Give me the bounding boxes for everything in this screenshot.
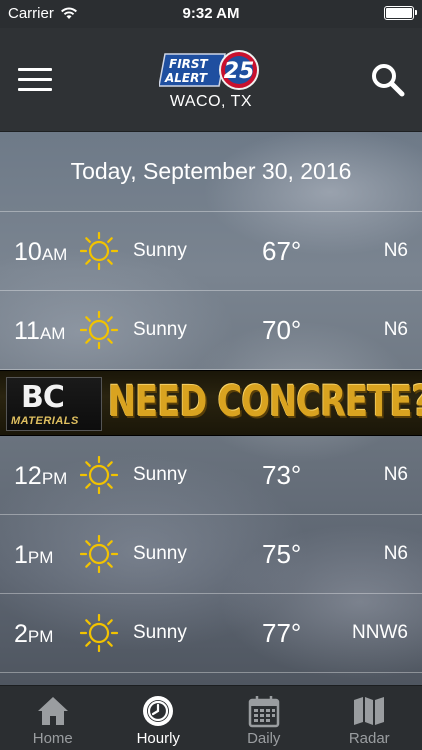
row-time: 2PM — [14, 620, 54, 648]
home-icon — [37, 697, 68, 725]
map-icon — [354, 697, 385, 725]
location-label: WACO, TX — [169, 93, 253, 110]
sun-icon — [80, 232, 118, 270]
row-wind: NNW6 — [352, 622, 408, 643]
hourly-row: 12PM Sunny 73° N6 — [0, 436, 422, 515]
calendar-icon — [248, 696, 279, 728]
sun-icon — [80, 535, 118, 573]
row-time: 11AM — [14, 317, 66, 345]
row-time: 10AM — [14, 238, 68, 266]
row-temperature: 75° — [262, 539, 302, 569]
ad-brand-logo: BC MATERIALS — [6, 377, 102, 431]
row-temperature: 77° — [262, 618, 302, 648]
hamburger-icon-bar — [18, 68, 52, 71]
first-alert-25-logo: FIRST ALERT 25 — [159, 50, 259, 90]
row-wind: N6 — [383, 464, 408, 485]
app-header: FIRST ALERT 25 WACO, TX — [0, 28, 422, 132]
status-time: 9:32 AM — [182, 5, 240, 22]
ad-banner[interactable]: BC MATERIALS NEED CONCRETE? — [0, 370, 422, 436]
tab-label: Daily — [247, 730, 281, 747]
ad-headline: NEED CONCRETE? — [108, 377, 422, 427]
tab-label: Hourly — [136, 730, 180, 747]
row-temperature: 73° — [262, 460, 302, 490]
date-banner: Today, September 30, 2016 — [0, 132, 422, 212]
tab-radar[interactable]: Radar — [317, 686, 422, 750]
tab-hourly[interactable]: Hourly — [106, 686, 212, 750]
tab-label: Radar — [348, 730, 390, 747]
row-wind: N6 — [383, 543, 408, 564]
hourly-row: 1PM Sunny 75° N6 — [0, 515, 422, 594]
hourly-row: 11AM Sunny 70° N6 — [0, 291, 422, 370]
sun-icon — [80, 614, 118, 652]
row-time: 1PM — [14, 541, 54, 569]
row-time: 12PM — [14, 462, 68, 490]
tab-label: Home — [32, 730, 73, 747]
logo-text-alert: ALERT — [164, 71, 208, 85]
hamburger-icon-bar — [18, 88, 52, 91]
search-icon — [372, 64, 405, 97]
ad-brand-sub: MATERIALS — [11, 415, 79, 427]
row-condition: Sunny — [133, 240, 187, 261]
hourly-row: 10AM Sunny 67° N6 — [0, 212, 422, 291]
logo-text-first: FIRST — [169, 57, 209, 71]
row-temperature: 70° — [262, 315, 302, 345]
tab-home[interactable]: Home — [0, 686, 106, 750]
hourly-row: 2PM Sunny 77° NNW6 — [0, 594, 422, 673]
clock-icon — [143, 696, 174, 726]
row-condition: Sunny — [133, 464, 187, 485]
logo-number: 25 — [224, 59, 255, 84]
row-wind: N6 — [383, 240, 408, 261]
sun-icon — [80, 311, 118, 349]
status-bar: Carrier 9:32 AM — [0, 0, 422, 28]
tab-bar: Home Hourly Daily Radar — [0, 685, 422, 750]
sun-icon — [80, 456, 118, 494]
tab-daily[interactable]: Daily — [211, 686, 317, 750]
menu-button[interactable] — [18, 68, 52, 94]
battery-icon — [384, 6, 417, 20]
row-condition: Sunny — [133, 543, 187, 564]
search-button[interactable] — [370, 62, 406, 98]
row-condition: Sunny — [133, 319, 187, 340]
row-condition: Sunny — [133, 622, 187, 643]
row-wind: N6 — [383, 319, 408, 340]
ad-brand: BC — [21, 380, 65, 415]
hamburger-icon-bar — [18, 78, 52, 81]
row-temperature: 67° — [262, 236, 302, 266]
